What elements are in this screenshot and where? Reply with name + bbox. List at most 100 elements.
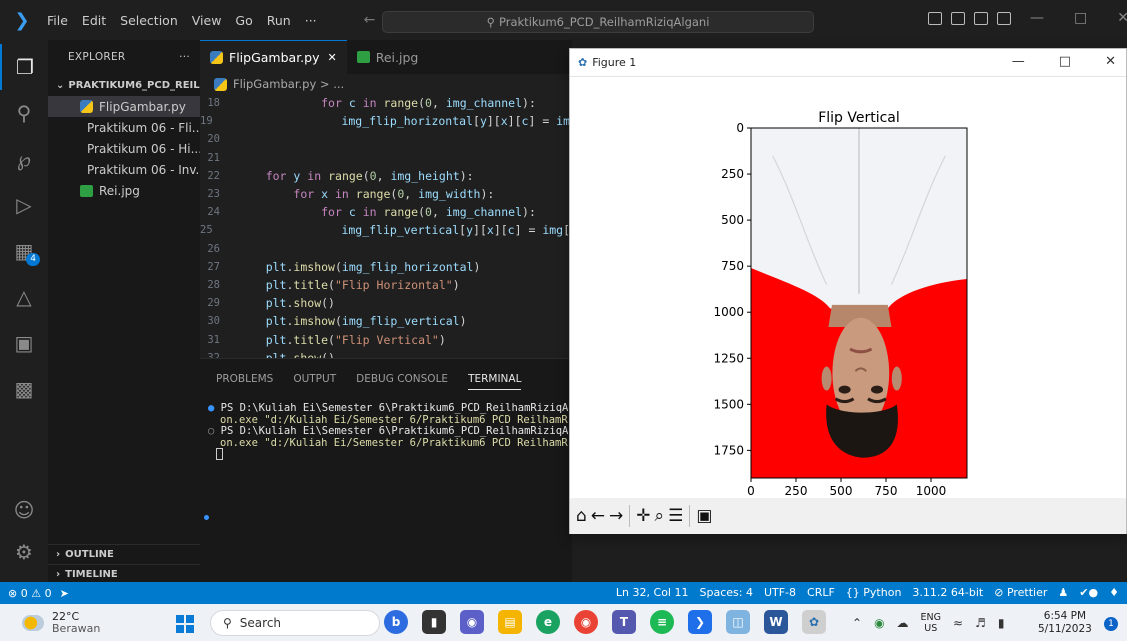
file-item-praktikum-hi[interactable]: Praktikum 06 - Hi... (48, 138, 200, 159)
menu-file[interactable]: File (40, 13, 75, 28)
tab-rei-jpg[interactable]: Rei.jpg (347, 40, 429, 74)
menu-view[interactable]: View (185, 13, 229, 28)
live-share-icon[interactable]: ➤ (60, 587, 69, 600)
prettier-status[interactable]: ⊘ Prettier (994, 586, 1047, 599)
tab-problems[interactable]: PROBLEMS (216, 373, 273, 390)
menu-edit[interactable]: Edit (75, 13, 113, 28)
copilot-icon[interactable]: ✔● (1079, 586, 1098, 599)
menu-run[interactable]: Run (260, 13, 298, 28)
command-center-search[interactable]: ⚲ Praktikum6_PCD_ReilhamRiziqAlgani (382, 11, 814, 33)
breadcrumb[interactable]: FlipGambar.py > ... (200, 74, 572, 94)
search-activity-icon[interactable]: ⚲ (0, 90, 48, 136)
project-folder[interactable]: ⌄ PRAKTIKUM6_PCD_REILHA... (48, 74, 200, 96)
timeline-section[interactable]: › TIMELINE (48, 564, 200, 584)
toggle-sidebar-icon[interactable] (928, 12, 942, 25)
matplotlib-taskbar-icon[interactable]: ✿ (802, 610, 826, 634)
eye-left (838, 385, 851, 394)
battery-icon[interactable]: ▮ (998, 616, 1005, 630)
figure-close-icon[interactable]: ✕ (1105, 54, 1116, 69)
tab-terminal[interactable]: TERMINAL (468, 373, 522, 390)
account-icon[interactable]: ☺ (0, 498, 48, 522)
figure-minimize-icon[interactable]: — (1012, 54, 1025, 69)
file-explorer-icon[interactable]: ▤ (498, 610, 522, 634)
bing-icon[interactable]: b (384, 610, 408, 634)
file-item-rei-jpg[interactable]: Rei.jpg (48, 180, 200, 201)
settings-gear-icon[interactable]: ⚙ (0, 540, 48, 564)
tab-debug-console[interactable]: DEBUG CONSOLE (356, 373, 448, 390)
figure-canvas[interactable]: Flip Vertical 0 250 500 750 1000 1250 1500 1750 0… (570, 78, 1126, 498)
code-line: 30 plt.imshow(img_flip_vertical) (200, 312, 572, 330)
onedrive-icon[interactable]: ☁ (897, 616, 909, 630)
windows-taskbar: 22°C Berawan ⚲ Search b ▮ ◉ ▤ e ◉ T ≡ ❯ … (0, 604, 1127, 641)
network-app-icon[interactable]: ◫ (726, 610, 750, 634)
chat-icon[interactable]: ◉ (460, 610, 484, 634)
line-number: 27 (207, 260, 220, 273)
search-text: Praktikum6_PCD_ReilhamRiziqAlgani (499, 15, 710, 29)
pan-icon[interactable]: ✛ (636, 506, 650, 526)
indentation[interactable]: Spaces: 4 (699, 586, 752, 599)
file-name: Praktikum 06 - Hi... (87, 141, 200, 156)
language-indicator[interactable]: ENG US (921, 612, 941, 634)
menu-go[interactable]: Go (228, 13, 259, 28)
figure-toolbar: ⌂ ← → ✛ ⌕ ☰ ▣ (570, 498, 1126, 534)
file-item-praktikum-fli[interactable]: Praktikum 06 - Fli... (48, 117, 200, 138)
code-line: 26 (200, 240, 572, 258)
outline-section[interactable]: › OUTLINE (48, 544, 200, 564)
extensions-icon[interactable]: ▦ 4 (0, 228, 48, 274)
customize-layout-icon[interactable] (997, 12, 1011, 25)
weather-widget[interactable]: 22°C Berawan (0, 610, 100, 635)
file-name: Praktikum 06 - Inv... (87, 162, 200, 177)
source-control-icon[interactable]: ℘ (0, 136, 48, 182)
chrome-icon[interactable]: ◉ (574, 610, 598, 634)
zoom-icon[interactable]: ⌕ (655, 506, 665, 526)
notification-badge[interactable]: 1 (1104, 617, 1118, 631)
terminal-icon[interactable]: ▣ (0, 320, 48, 366)
explorer-icon[interactable]: ❐ (0, 44, 48, 90)
windows-start-icon[interactable] (176, 615, 194, 633)
wifi-icon[interactable]: ≈ (953, 616, 963, 630)
code-editor[interactable]: 18 for c in range(0, img_channel): 19 img… (200, 94, 577, 394)
clock[interactable]: 6:54 PM 5/11/2023 (1038, 610, 1092, 636)
run-debug-icon[interactable]: ▷ (0, 182, 48, 228)
back-arrow-icon[interactable]: ← (591, 506, 605, 526)
file-item-praktikum-inv[interactable]: Praktikum 06 - Inv... (48, 159, 200, 180)
tab-output[interactable]: OUTPUT (293, 373, 336, 390)
explorer-more-icon[interactable]: ··· (179, 51, 190, 63)
chevron-up-icon[interactable]: ⌃ (852, 616, 862, 630)
encoding[interactable]: UTF-8 (764, 586, 796, 599)
subplots-config-icon[interactable]: ☰ (668, 506, 683, 526)
tray-app-icon[interactable]: ◉ (874, 616, 884, 630)
problems-status[interactable]: ⊗ 0 ⚠ 0 (8, 587, 52, 600)
accounts-icon[interactable]: ♟ (1058, 586, 1068, 599)
bell-icon[interactable]: ♦ (1109, 586, 1119, 599)
menu-selection[interactable]: Selection (113, 13, 185, 28)
figure-maximize-icon[interactable]: □ (1059, 54, 1071, 69)
teams-icon[interactable]: T (612, 610, 636, 634)
volume-icon[interactable]: ♬ (975, 616, 986, 630)
python-version[interactable]: 3.11.2 64-bit (912, 586, 983, 599)
maximize-icon[interactable]: □ (1074, 10, 1087, 26)
language-mode[interactable]: {} Python (846, 586, 902, 599)
toggle-panel-icon[interactable] (951, 12, 965, 25)
minimize-icon[interactable]: — (1030, 10, 1044, 26)
word-icon[interactable]: W (764, 610, 788, 634)
line-ending[interactable]: CRLF (807, 586, 835, 599)
menu-more[interactable]: ··· (298, 13, 324, 28)
taskbar-search[interactable]: ⚲ Search (210, 610, 380, 636)
file-item-flipgambar[interactable]: FlipGambar.py (48, 96, 200, 117)
forward-arrow-icon[interactable]: → (609, 506, 623, 526)
edge-icon[interactable]: e (536, 610, 560, 634)
spotify-icon[interactable]: ≡ (650, 610, 674, 634)
testing-icon[interactable]: △ (0, 274, 48, 320)
toggle-secondary-sidebar-icon[interactable] (974, 12, 988, 25)
tab-close-icon[interactable]: ✕ (328, 51, 337, 64)
close-icon[interactable]: ✕ (1117, 10, 1127, 26)
task-view-icon[interactable]: ▮ (422, 610, 446, 634)
android-icon[interactable]: ▩ (0, 366, 48, 412)
save-icon[interactable]: ▣ (696, 506, 712, 526)
tab-flipgambar[interactable]: FlipGambar.py ✕ (200, 40, 347, 74)
terminal-output[interactable]: ● PS D:\Kuliah Ei\Semester 6\Praktikum6_… (200, 402, 572, 460)
vscode-taskbar-icon[interactable]: ❯ (688, 610, 712, 634)
cursor-position[interactable]: Ln 32, Col 11 (616, 586, 689, 599)
home-icon[interactable]: ⌂ (576, 506, 587, 526)
